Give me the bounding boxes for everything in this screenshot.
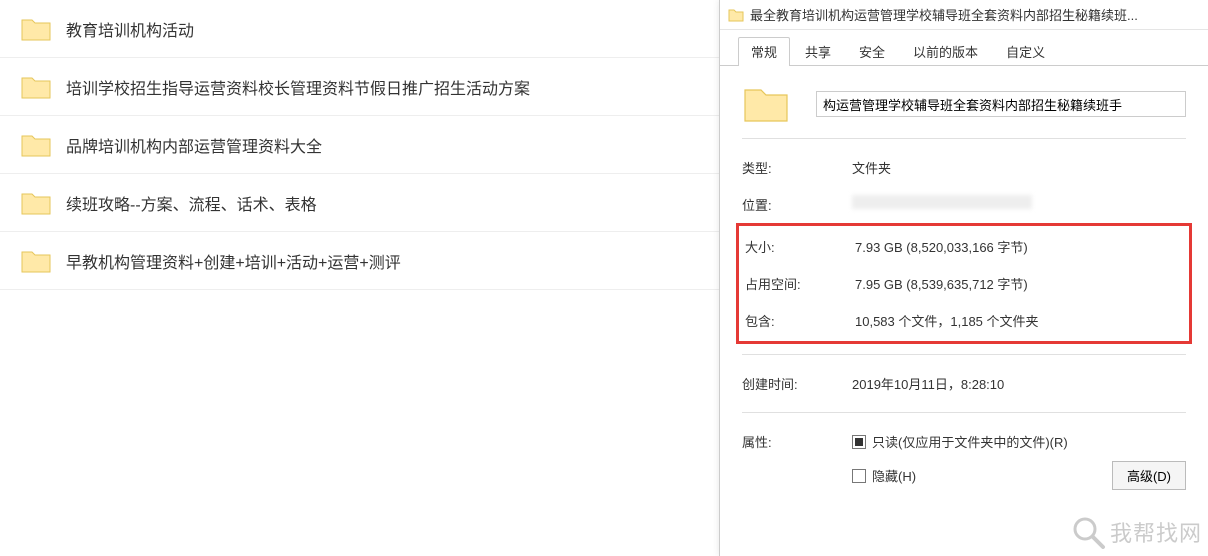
size-on-disk-value: 7.95 GB (8,539,635,712 字节)	[855, 274, 1183, 293]
tab-security[interactable]: 安全	[846, 37, 898, 66]
folder-icon	[20, 74, 52, 100]
size-on-disk-label: 占用空间:	[745, 274, 855, 293]
tab-general[interactable]: 常规	[738, 37, 790, 66]
location-label: 位置:	[742, 195, 852, 214]
type-label: 类型:	[742, 158, 852, 177]
folder-row[interactable]: 早教机构管理资料+创建+培训+活动+运营+测评	[0, 232, 720, 290]
tab-custom[interactable]: 自定义	[993, 37, 1058, 66]
size-label: 大小:	[745, 237, 855, 256]
size-value: 7.93 GB (8,520,033,166 字节)	[855, 237, 1183, 256]
folder-row[interactable]: 培训学校招生指导运营资料校长管理资料节假日推广招生活动方案	[0, 58, 720, 116]
tab-strip: 常规 共享 安全 以前的版本 自定义	[720, 30, 1208, 66]
folder-label: 续班攻略--方案、流程、话术、表格	[66, 191, 317, 215]
folder-icon	[20, 132, 52, 158]
tab-previous[interactable]: 以前的版本	[900, 37, 991, 66]
readonly-label: 只读(仅应用于文件夹中的文件)(R)	[872, 432, 1068, 451]
folder-name-input[interactable]	[816, 91, 1186, 117]
folder-label: 培训学校招生指导运营资料校长管理资料节假日推广招生活动方案	[66, 75, 530, 99]
hidden-label: 隐藏(H)	[872, 466, 916, 485]
contains-value: 10,583 个文件，1,185 个文件夹	[855, 311, 1183, 330]
tab-label: 安全	[859, 45, 885, 60]
highlight-box: 大小: 7.93 GB (8,520,033,166 字节) 占用空间: 7.9…	[736, 223, 1192, 344]
created-value: 2019年10月11日，8:28:10	[852, 374, 1186, 393]
folder-icon	[20, 16, 52, 42]
folder-icon	[20, 248, 52, 274]
dialog-title: 最全教育培训机构运营管理学校辅导班全套资料内部招生秘籍续班...	[750, 5, 1200, 24]
folder-label: 教育培训机构活动	[66, 17, 194, 41]
readonly-checkbox[interactable]	[852, 435, 866, 449]
location-value	[852, 195, 1186, 214]
folder-row[interactable]: 品牌培训机构内部运营管理资料大全	[0, 116, 720, 174]
attributes-label: 属性:	[742, 432, 852, 490]
hidden-checkbox[interactable]	[852, 469, 866, 483]
tab-sharing[interactable]: 共享	[792, 37, 844, 66]
advanced-button[interactable]: 高级(D)	[1112, 461, 1186, 490]
type-value: 文件夹	[852, 158, 1186, 177]
folder-icon	[742, 84, 790, 124]
properties-body: 类型: 文件夹 位置: 大小: 7.93 GB (8,520,033,166 字…	[720, 66, 1208, 499]
folder-list: 教育培训机构活动 培训学校招生指导运营资料校长管理资料节假日推广招生活动方案 品…	[0, 0, 720, 290]
folder-icon	[728, 8, 744, 22]
titlebar[interactable]: 最全教育培训机构运营管理学校辅导班全套资料内部招生秘籍续班...	[720, 0, 1208, 30]
tab-label: 以前的版本	[913, 45, 978, 60]
properties-dialog: 最全教育培训机构运营管理学校辅导班全套资料内部招生秘籍续班... 常规 共享 安…	[720, 0, 1208, 556]
created-label: 创建时间:	[742, 374, 852, 393]
tab-label: 常规	[751, 45, 777, 60]
folder-label: 品牌培训机构内部运营管理资料大全	[66, 133, 322, 157]
tab-label: 共享	[805, 45, 831, 60]
contains-label: 包含:	[745, 311, 855, 330]
folder-row[interactable]: 续班攻略--方案、流程、话术、表格	[0, 174, 720, 232]
folder-label: 早教机构管理资料+创建+培训+活动+运营+测评	[66, 249, 401, 273]
folder-row[interactable]: 教育培训机构活动	[0, 0, 720, 58]
folder-icon	[20, 190, 52, 216]
tab-label: 自定义	[1006, 45, 1045, 60]
